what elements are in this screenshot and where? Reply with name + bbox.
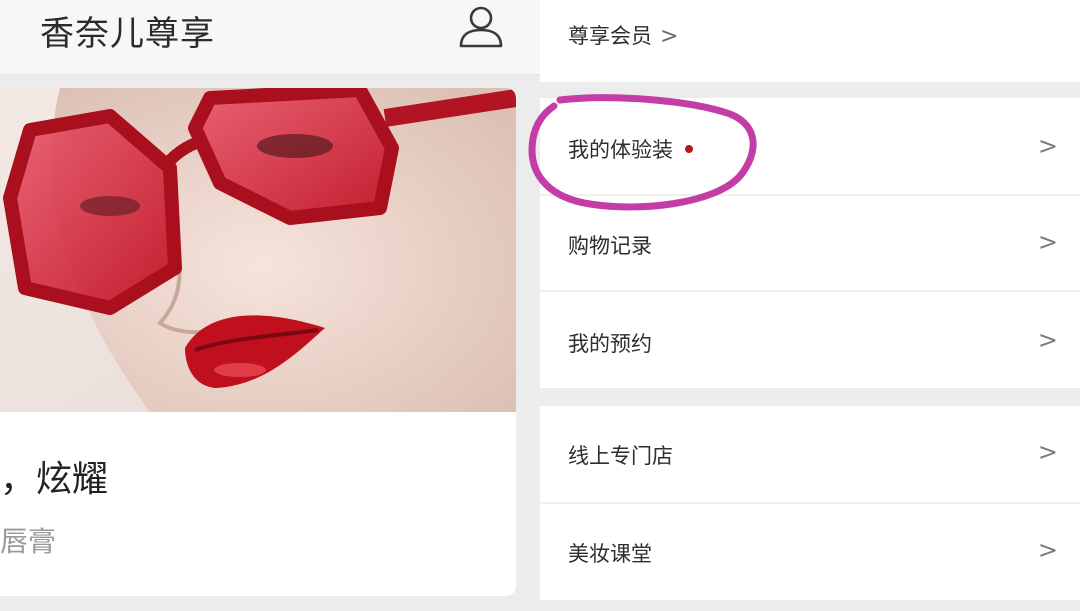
menu-item-samples-label: 我的体验装 bbox=[568, 138, 673, 162]
menu-item-samples[interactable]: 我的体验装 > bbox=[540, 98, 1080, 194]
menu-group-account: 我的体验装 > 购物记录 > 我的预约 > bbox=[540, 98, 1080, 388]
menu-group-services: 线上专门店 > 美妆课堂 > bbox=[540, 406, 1080, 600]
promo-card[interactable]: ，炫耀 唇膏 bbox=[0, 88, 516, 596]
user-icon[interactable] bbox=[456, 4, 506, 48]
chevron-right-icon: > bbox=[1037, 132, 1058, 160]
menu-item-beauty-class[interactable]: 美妆课堂 > bbox=[540, 504, 1080, 600]
chevron-right-icon: > bbox=[660, 24, 679, 49]
menu-item-purchases[interactable]: 购物记录 > bbox=[540, 196, 1080, 290]
chevron-right-icon: > bbox=[1037, 326, 1058, 354]
right-pane: 尊享会员 > 我的体验装 > 购物记录 > 我的预约 > 线上专门店 > 美妆课堂… bbox=[540, 0, 1080, 611]
promo-headline: ，炫耀 bbox=[0, 459, 109, 500]
menu-item-membership-label: 尊享会员 bbox=[568, 24, 652, 48]
menu-item-purchases-label: 购物记录 bbox=[568, 234, 652, 258]
chevron-right-icon: > bbox=[1037, 228, 1058, 256]
notification-dot bbox=[685, 145, 693, 153]
menu-item-online-store-label: 线上专门店 bbox=[568, 444, 673, 468]
menu-item-beauty-class-label: 美妆课堂 bbox=[568, 542, 652, 566]
promo-subtext: 唇膏 bbox=[0, 525, 57, 558]
menu-item-appointments-label: 我的预约 bbox=[568, 332, 652, 356]
menu-item-appointments[interactable]: 我的预约 > bbox=[540, 292, 1080, 388]
menu-item-membership[interactable]: 尊享会员 > bbox=[540, 0, 1080, 82]
left-pane: 香奈儿尊享 ，炫耀 唇膏 bbox=[0, 0, 540, 611]
menu-item-online-store[interactable]: 线上专门店 > bbox=[540, 406, 1080, 502]
chevron-right-icon: > bbox=[1037, 536, 1058, 564]
promo-image-red-sunglasses-model bbox=[0, 88, 516, 412]
chevron-right-icon: > bbox=[1037, 438, 1058, 466]
app-header: 香奈儿尊享 bbox=[0, 0, 540, 75]
app-title: 香奈儿尊享 bbox=[40, 14, 215, 54]
